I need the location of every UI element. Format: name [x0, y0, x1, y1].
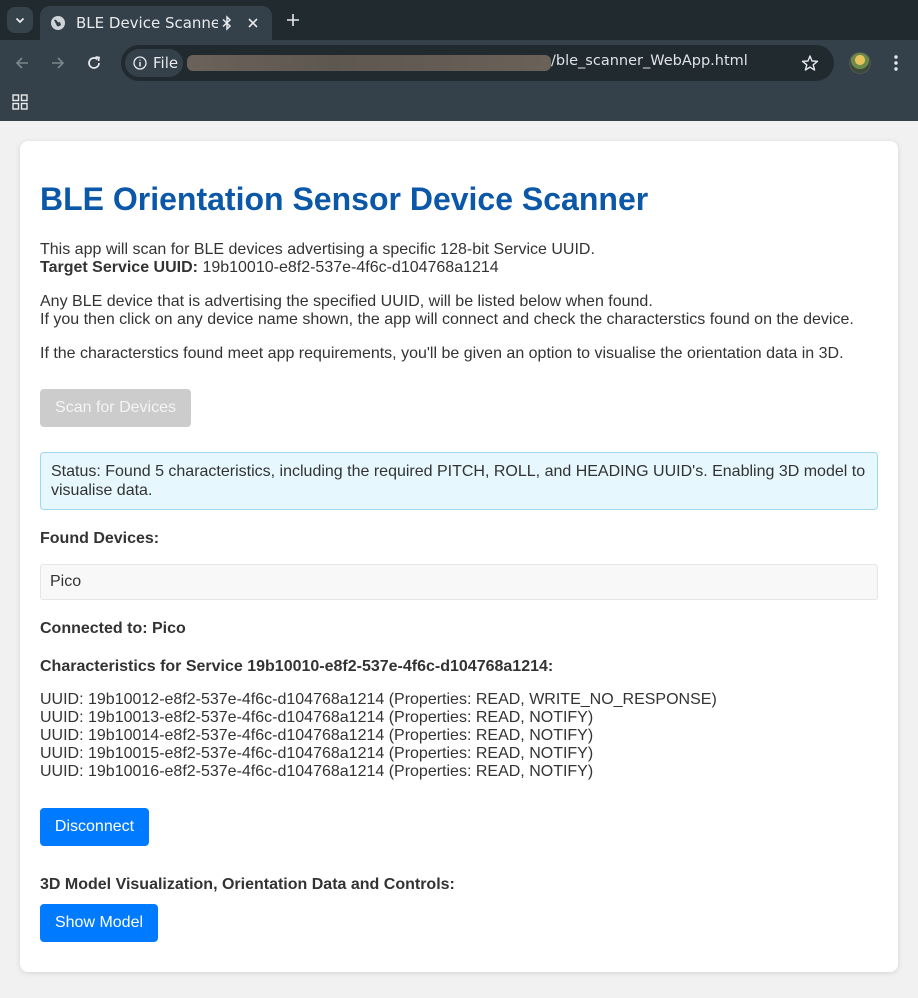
tab-search-button[interactable] [7, 7, 33, 33]
target-uuid-label: Target Service UUID: [40, 259, 198, 276]
connected-status: Connected to: Pico [40, 620, 186, 637]
characteristics-list: UUID: 19b10012-e8f2-537e-4f6c-d104768a12… [40, 691, 717, 781]
chevron-down-icon [15, 17, 25, 24]
characteristic-item: UUID: 19b10013-e8f2-537e-4f6c-d104768a12… [40, 709, 594, 726]
characteristic-item: UUID: 19b10014-e8f2-537e-4f6c-d104768a12… [40, 727, 594, 744]
reload-button[interactable] [83, 52, 105, 74]
profile-avatar[interactable] [849, 52, 871, 74]
show-model-button[interactable]: Show Model [40, 904, 158, 942]
browser-toolbar: File /ble_scanner_WebApp.html [0, 40, 918, 86]
info-line-2: If you then click on any device name sho… [40, 311, 854, 328]
more-vert-icon[interactable] [886, 52, 906, 74]
forward-arrow-icon [52, 57, 65, 69]
visualization-heading: 3D Model Visualization, Orientation Data… [40, 876, 455, 893]
back-arrow-icon [15, 57, 28, 69]
scan-devices-button[interactable]: Scan for Devices [40, 389, 191, 427]
url-text[interactable]: /ble_scanner_WebApp.html [551, 53, 748, 69]
bluetooth-icon [220, 15, 235, 31]
tab-title: BLE Device Scanner [76, 14, 218, 32]
device-list-item[interactable]: Pico [40, 564, 878, 600]
plus-icon [287, 14, 299, 26]
info-line-1: Any BLE device that is advertising the s… [40, 293, 653, 310]
page-title: BLE Orientation Sensor Device Scanner [40, 181, 649, 217]
characteristic-item: UUID: 19b10016-e8f2-537e-4f6c-d104768a12… [40, 763, 594, 780]
disconnect-button[interactable]: Disconnect [40, 808, 149, 846]
close-icon[interactable] [245, 14, 262, 32]
forward-button[interactable] [47, 52, 69, 74]
characteristics-heading: Characteristics for Service 19b10010-e8f… [40, 658, 554, 675]
new-tab-button[interactable] [282, 9, 304, 31]
browser-tab[interactable]: BLE Device Scanner [40, 6, 272, 40]
globe-icon [50, 15, 66, 31]
target-uuid-value: 19b10010-e8f2-537e-4f6c-d104768a1214 [202, 259, 499, 276]
file-label: File [153, 54, 179, 72]
app-card: BLE Orientation Sensor Device Scanner Th… [20, 141, 898, 972]
url-redacted [187, 55, 551, 71]
reload-icon [88, 56, 100, 69]
characteristic-item: UUID: 19b10015-e8f2-537e-4f6c-d104768a12… [40, 745, 594, 762]
info-icon [133, 56, 147, 70]
apps-grid-icon[interactable] [11, 93, 29, 111]
bookmarks-bar [0, 86, 918, 121]
tab-strip: BLE Device Scanner [0, 0, 918, 40]
star-icon [801, 55, 819, 71]
intro-text: This app will scan for BLE devices adver… [40, 241, 595, 258]
page-viewport: BLE Orientation Sensor Device Scanner Th… [0, 121, 918, 998]
found-devices-heading: Found Devices: [40, 530, 160, 547]
address-bar[interactable]: File /ble_scanner_WebApp.html [121, 45, 834, 81]
status-message: Status: Found 5 characteristics, includi… [40, 452, 878, 510]
target-uuid-line: Target Service UUID: 19b10010-e8f2-537e-… [40, 259, 499, 277]
back-button[interactable] [11, 52, 33, 74]
site-info-chip[interactable]: File [125, 49, 183, 77]
characteristic-item: UUID: 19b10012-e8f2-537e-4f6c-d104768a12… [40, 691, 717, 708]
bookmark-star-button[interactable] [799, 52, 821, 74]
info-line-3: If the characterstics found meet app req… [40, 345, 844, 362]
